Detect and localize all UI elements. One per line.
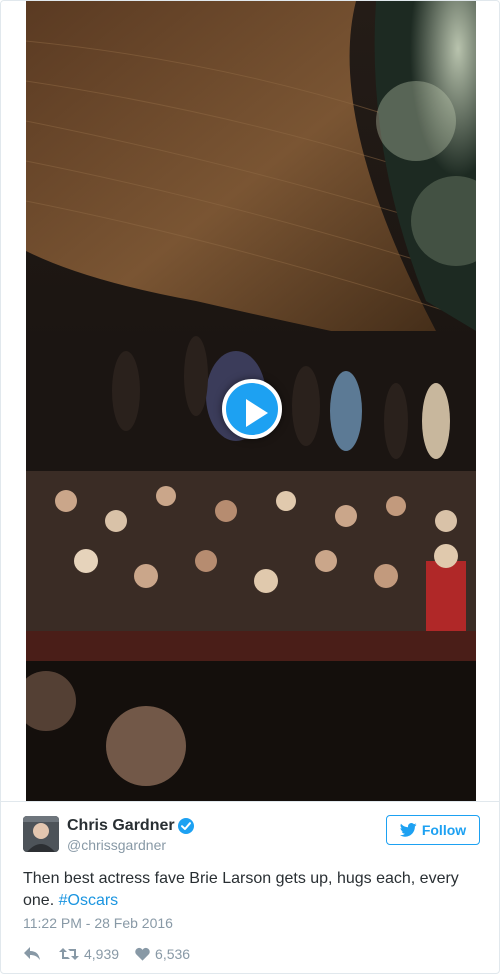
avatar-image (23, 816, 59, 852)
twitter-bird-icon (399, 823, 417, 837)
tweet-body: Chris Gardner @chrissgardner Follow Then… (1, 801, 499, 973)
author-handle[interactable]: @chrissgardner (67, 837, 166, 853)
like-count: 6,536 (155, 946, 191, 962)
embedded-tweet-card: Chris Gardner @chrissgardner Follow Then… (0, 0, 500, 974)
play-icon (246, 399, 268, 427)
video-letterbox-left (1, 1, 26, 801)
author-name[interactable]: Chris Gardner (67, 817, 175, 835)
video-letterbox-right (476, 1, 499, 801)
like-button[interactable]: 6,536 (135, 946, 190, 962)
follow-button-label: Follow (421, 822, 467, 838)
retweet-count: 4,939 (84, 946, 120, 962)
reply-icon[interactable] (23, 946, 41, 962)
heart-icon (135, 947, 150, 961)
follow-button[interactable]: Follow (386, 815, 480, 845)
hashtag-link[interactable]: #Oscars (59, 892, 119, 909)
avatar[interactable] (23, 816, 59, 852)
tweet-text: Then best actress fave Brie Larson gets … (23, 868, 473, 912)
video-player[interactable] (26, 1, 476, 801)
retweet-icon (59, 948, 79, 960)
tweet-timestamp[interactable]: 11:22 PM - 28 Feb 2016 (23, 915, 173, 931)
play-button[interactable] (222, 379, 282, 439)
tweet-actions: 4,939 6,536 (23, 944, 190, 964)
verified-badge-icon (178, 818, 194, 834)
retweet-button[interactable]: 4,939 (59, 946, 119, 962)
